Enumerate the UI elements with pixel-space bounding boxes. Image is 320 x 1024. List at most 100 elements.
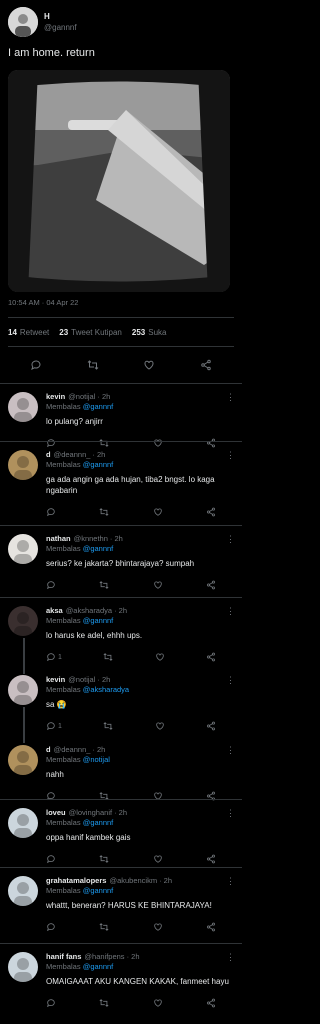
reply-time[interactable]: · 2h: [127, 952, 140, 962]
heart-icon[interactable]: [153, 580, 163, 590]
reply-author-name[interactable]: kevin: [46, 392, 65, 402]
reply-icon[interactable]: [46, 580, 56, 590]
tweet-timestamp[interactable]: 10:54 AM · 04 Apr 22: [8, 298, 234, 307]
author-name[interactable]: H: [44, 11, 77, 22]
reply-author-name[interactable]: grahatamalopers: [46, 876, 106, 886]
tweet-author[interactable]: H @gannnf: [8, 6, 234, 38]
reply-author-name[interactable]: nathan: [46, 534, 71, 544]
avatar[interactable]: [8, 745, 38, 775]
more-icon[interactable]: ⋮: [226, 952, 235, 962]
reply-item[interactable]: kevin @notijal · 2h ⋮ Membalas @gannnf l…: [0, 383, 242, 441]
reply-author-handle[interactable]: @notijal: [68, 392, 95, 402]
avatar[interactable]: [8, 952, 38, 982]
reply-item[interactable]: nathan @knnethn · 2h ⋮ Membalas @gannnf …: [0, 525, 242, 597]
share-icon[interactable]: [206, 922, 216, 932]
replying-to-handle[interactable]: @notijal: [83, 755, 110, 764]
replying-to-handle[interactable]: @gannnf: [83, 616, 114, 625]
reply-author-name[interactable]: aksa: [46, 606, 63, 616]
reply-author-name[interactable]: loveu: [46, 808, 66, 818]
avatar[interactable]: [8, 675, 38, 705]
retweet-icon[interactable]: [99, 922, 109, 932]
share-icon[interactable]: [200, 359, 212, 371]
reply-time[interactable]: · 2h: [97, 392, 110, 402]
more-icon[interactable]: ⋮: [226, 534, 235, 544]
heart-icon[interactable]: [155, 721, 165, 731]
avatar[interactable]: [8, 450, 38, 480]
replying-to-handle[interactable]: @gannnf: [83, 818, 114, 827]
share-icon[interactable]: [206, 998, 216, 1008]
reply-item[interactable]: loveu @lovinghanif · 2h ⋮ Membalas @gann…: [0, 799, 242, 867]
more-icon[interactable]: ⋮: [226, 808, 235, 818]
like-stat[interactable]: 253 Suka: [132, 328, 167, 337]
reply-author-handle[interactable]: @aksharadya: [66, 606, 112, 616]
retweet-icon[interactable]: [87, 359, 99, 371]
retweet-icon[interactable]: [99, 998, 109, 1008]
reply-item[interactable]: d @deannn_ · 2h ⋮ Membalas @gannnf ga ad…: [0, 441, 242, 525]
heart-icon[interactable]: [153, 507, 163, 517]
more-icon[interactable]: ⋮: [226, 675, 235, 685]
replying-to-handle[interactable]: @gannnf: [83, 460, 114, 469]
avatar[interactable]: [8, 606, 38, 636]
avatar[interactable]: [8, 7, 38, 37]
more-icon[interactable]: ⋮: [226, 606, 235, 616]
reply-icon[interactable]: [46, 507, 56, 517]
share-icon[interactable]: [206, 580, 216, 590]
reply-item[interactable]: grahatamalopers @akubencikm · 2h ⋮ Memba…: [0, 867, 242, 943]
replying-to-handle[interactable]: @gannnf: [83, 886, 114, 895]
avatar[interactable]: [8, 876, 38, 906]
reply-time[interactable]: · 2h: [159, 876, 172, 886]
heart-icon[interactable]: [153, 998, 163, 1008]
replying-to-handle[interactable]: @gannnf: [83, 962, 114, 971]
reply-item[interactable]: d @deannn_ · 2h ⋮ Membalas @notijal nahh: [0, 737, 242, 799]
retweet-stat[interactable]: 14 Retweet: [8, 328, 49, 337]
reply-author-handle[interactable]: @notijal: [68, 675, 95, 685]
reply-icon[interactable]: [46, 922, 56, 932]
more-icon[interactable]: ⋮: [226, 392, 235, 402]
reply-author-handle[interactable]: @deannn_: [54, 450, 91, 460]
share-icon[interactable]: [206, 507, 216, 517]
author-handle[interactable]: @gannnf: [44, 22, 77, 33]
reply-icon[interactable]: 1: [46, 652, 62, 662]
reply-author-name[interactable]: d: [46, 745, 51, 755]
reply-author-handle[interactable]: @lovinghanif: [69, 808, 112, 818]
replying-to-handle[interactable]: @gannnf: [83, 402, 114, 411]
reply-icon[interactable]: [46, 854, 56, 864]
retweet-icon[interactable]: [99, 507, 109, 517]
reply-time[interactable]: · 2h: [110, 534, 123, 544]
reply-item[interactable]: kevin @notijal · 2h ⋮ Membalas @aksharad…: [0, 667, 242, 743]
reply-author-name[interactable]: kevin: [46, 675, 65, 685]
reply-author-name[interactable]: hanif fans: [46, 952, 81, 962]
reply-item[interactable]: hanif fans @hanifpens · 2h ⋮ Membalas @g…: [0, 943, 242, 1019]
reply-icon[interactable]: [30, 359, 42, 371]
quote-stat[interactable]: 23 Tweet Kutipan: [59, 328, 122, 337]
share-icon[interactable]: [206, 721, 216, 731]
reply-author-handle[interactable]: @knnethn: [74, 534, 108, 544]
more-icon[interactable]: ⋮: [226, 876, 235, 886]
share-icon[interactable]: [206, 652, 216, 662]
reply-icon[interactable]: [46, 998, 56, 1008]
heart-icon[interactable]: [155, 652, 165, 662]
retweet-icon[interactable]: [99, 854, 109, 864]
avatar[interactable]: [8, 808, 38, 838]
reply-time[interactable]: · 2h: [114, 606, 127, 616]
reply-author-handle[interactable]: @hanifpens: [84, 952, 124, 962]
avatar[interactable]: [8, 534, 38, 564]
reply-author-name[interactable]: d: [46, 450, 51, 460]
tweet-photo[interactable]: [8, 70, 230, 292]
reply-item[interactable]: aksa @aksharadya · 2h ⋮ Membalas @gannnf…: [0, 597, 242, 674]
reply-icon[interactable]: 1: [46, 721, 62, 731]
retweet-icon[interactable]: [103, 652, 113, 662]
heart-icon[interactable]: [143, 359, 155, 371]
heart-icon[interactable]: [153, 854, 163, 864]
heart-icon[interactable]: [153, 922, 163, 932]
share-icon[interactable]: [206, 854, 216, 864]
reply-author-handle[interactable]: @deannn_: [54, 745, 91, 755]
reply-time[interactable]: · 2h: [114, 808, 127, 818]
replying-to-handle[interactable]: @aksharadya: [83, 685, 129, 694]
avatar[interactable]: [8, 392, 38, 422]
more-icon[interactable]: ⋮: [226, 450, 235, 460]
reply-time[interactable]: · 2h: [92, 450, 105, 460]
reply-time[interactable]: · 2h: [97, 675, 110, 685]
replying-to-handle[interactable]: @gannnf: [83, 544, 114, 553]
retweet-icon[interactable]: [99, 580, 109, 590]
